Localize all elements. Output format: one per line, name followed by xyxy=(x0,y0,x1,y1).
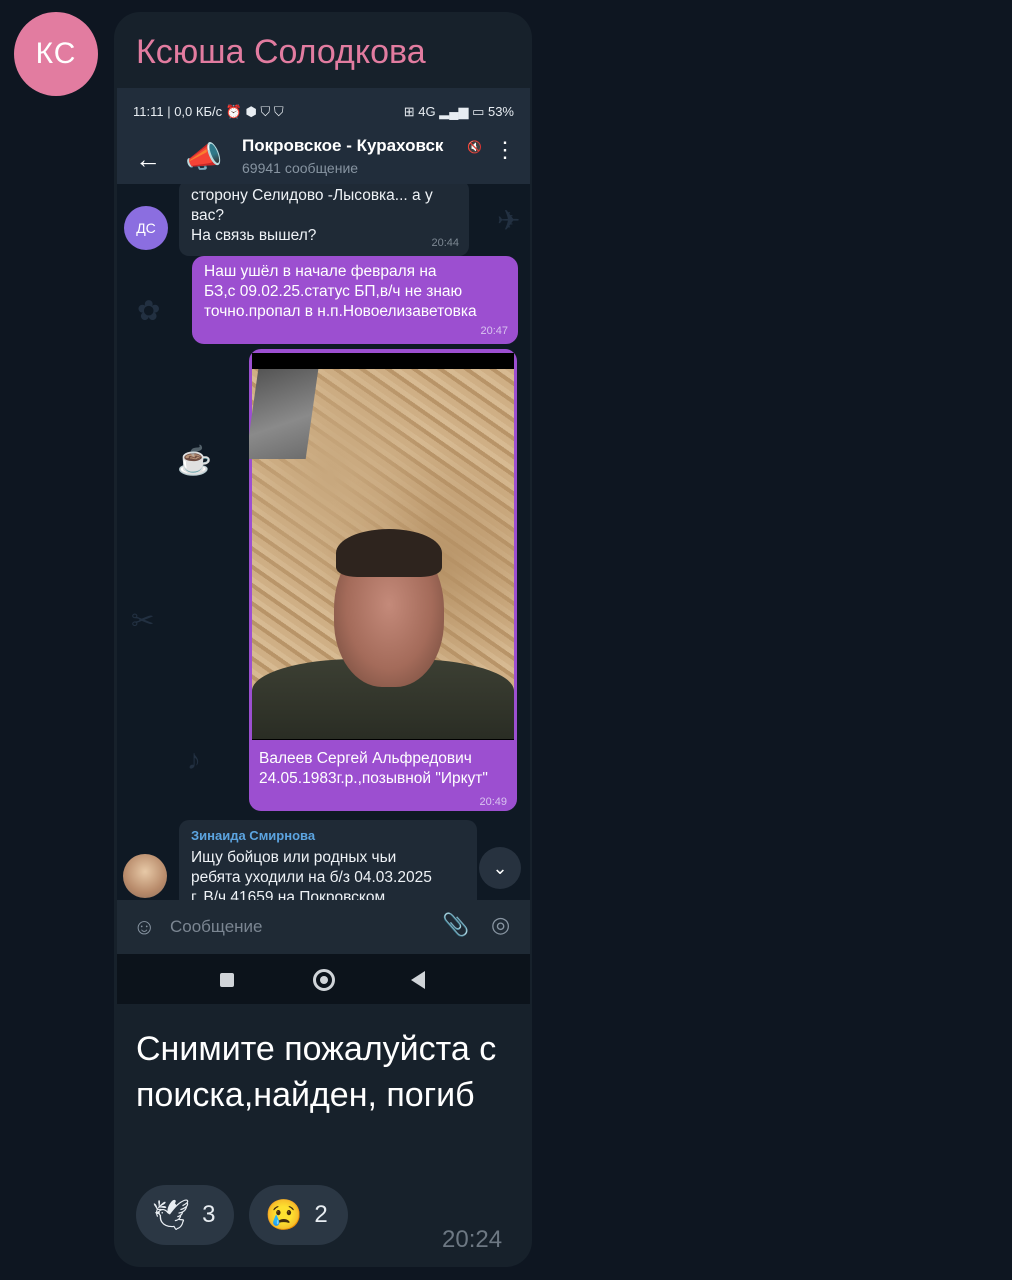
chat-header: ← 📣 Покровское - Кураховск 🔇 69941 сообщ… xyxy=(117,134,530,184)
chat-title: Покровское - Кураховск xyxy=(242,136,444,155)
caption-line: Валеев Сергей Альфредович xyxy=(259,750,472,767)
more-options-icon: ⋮ xyxy=(494,137,516,162)
message-input-placeholder: Сообщение xyxy=(170,917,263,936)
attach-icon: 📎 xyxy=(442,912,470,937)
chat-subtitle: 69941 сообщение xyxy=(242,160,359,176)
reaction-count: 3 xyxy=(202,1201,216,1228)
mute-icon: 🔇 xyxy=(467,140,482,154)
message-line: сторону Селидово -Лысовка... а у xyxy=(191,187,433,204)
dove-icon: 🕊 xyxy=(152,1198,191,1232)
message-text: Снимите пожалуйста с поиска,найден, поги… xyxy=(136,1030,497,1114)
reaction-dove[interactable]: 🕊 3 xyxy=(136,1185,234,1245)
photo-detail xyxy=(249,369,319,459)
message-line: На связь вышел? xyxy=(191,227,317,244)
emoji-icon: ☺ xyxy=(133,914,156,939)
message-line: точно.пропал в н.п.Новоелизаветовка xyxy=(204,303,477,320)
caption-line: 24.05.1983г.р.,позывной "Иркут" xyxy=(259,770,488,787)
reaction-crying[interactable]: 😢 2 xyxy=(249,1185,348,1245)
back-arrow-icon: ← xyxy=(135,144,161,174)
message-input-bar: ☺ Сообщение 📎 ◎ xyxy=(117,900,530,954)
camera-icon: ◎ xyxy=(491,912,511,937)
status-right: ⊞ 4G ▂▄▆ ▭ 53% xyxy=(403,104,514,119)
back-triangle-icon xyxy=(411,971,425,989)
sender-name[interactable]: Ксюша Солодкова xyxy=(136,33,426,72)
megaphone-icon: 📣 xyxy=(185,141,223,174)
crying-face-icon: 😢 xyxy=(265,1198,303,1232)
user-avatar xyxy=(123,854,167,898)
sender-avatar[interactable]: КС xyxy=(14,12,98,96)
message-line: Ищу бойцов или родных чьи xyxy=(191,849,397,866)
message-time: 20:47 xyxy=(480,325,508,337)
scroll-down-button: ⌄ xyxy=(479,847,521,889)
android-nav-bar xyxy=(117,954,530,1004)
reaction-count: 2 xyxy=(314,1201,328,1228)
message-line: Наш ушёл в начале февраля на xyxy=(204,263,437,280)
message-line: ребята уходили на б/з 04.03.2025 xyxy=(191,869,432,886)
message-line: г. В/ч 41659 на Покровском xyxy=(191,889,386,900)
attached-screenshot[interactable]: 11:11 | 0,0 КБ/с ⏰ ⬢ ⛉ ⛉ ⊞ 4G ▂▄▆ ▭ 53% … xyxy=(117,88,530,1004)
photo-caption: Валеев Сергей Альфредович 24.05.1983г.р.… xyxy=(259,749,488,789)
pattern-icon: ♪ xyxy=(187,744,201,775)
photo-detail xyxy=(336,529,442,577)
status-left: 11:11 | 0,0 КБ/с ⏰ ⬢ ⛉ ⛉ xyxy=(133,104,284,119)
chat-area: ✿ ☕ ✂ ♪ ✈ ДС сторону Селидово -Лысовка..… xyxy=(117,184,530,900)
recents-icon xyxy=(220,973,234,987)
incoming-message: сторону Селидово -Лысовка... а у вас? На… xyxy=(179,184,469,256)
photo-image xyxy=(249,369,514,739)
outgoing-message: Наш ушёл в начале февраля на БЗ,с 09.02.… xyxy=(192,256,518,344)
home-icon xyxy=(313,969,335,991)
incoming-message: Зинаида Смирнова Ищу бойцов или родных ч… xyxy=(179,820,477,900)
message-author: Зинаида Смирнова xyxy=(191,828,316,843)
message-line: вас? xyxy=(191,207,225,224)
pattern-icon: ☕ xyxy=(177,445,212,476)
message-time: 20:49 xyxy=(479,796,507,808)
message-line: БЗ,с 09.02.25.статус БП,в/ч не знаю xyxy=(204,283,463,300)
user-avatar: ДС xyxy=(124,206,168,250)
pattern-icon: ✈ xyxy=(497,205,521,236)
pattern-icon: ✿ xyxy=(137,295,161,326)
status-bar: 11:11 | 0,0 КБ/с ⏰ ⬢ ⛉ ⛉ ⊞ 4G ▂▄▆ ▭ 53% xyxy=(117,88,530,134)
pattern-icon: ✂ xyxy=(131,605,155,636)
message-timestamp: 20:24 xyxy=(442,1226,503,1253)
message-time: 20:44 xyxy=(431,237,459,249)
photo-message: Валеев Сергей Альфредович 24.05.1983г.р.… xyxy=(249,349,517,811)
photo xyxy=(249,353,514,740)
